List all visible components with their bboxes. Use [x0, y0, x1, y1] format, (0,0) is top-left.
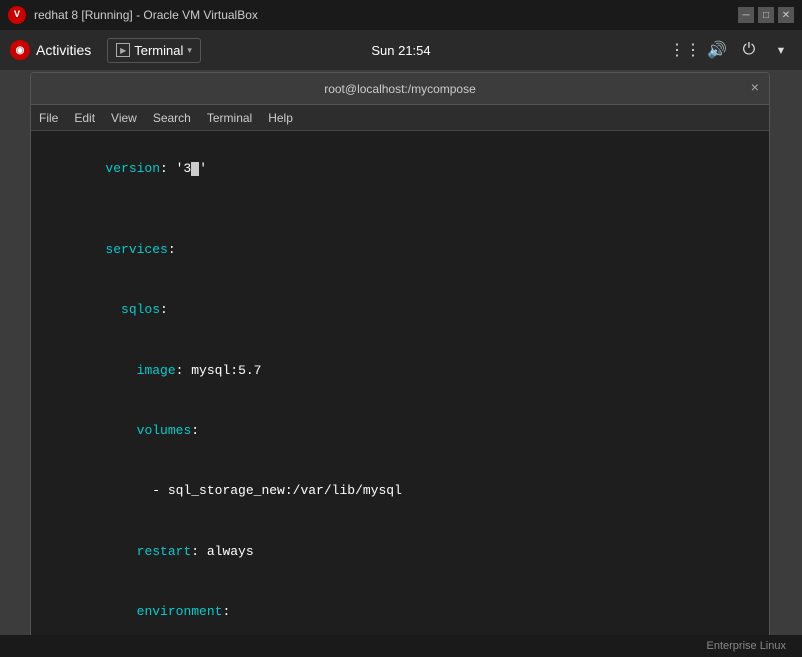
network-icon[interactable]: ⋮⋮: [674, 39, 696, 61]
terminal-close-button[interactable]: ×: [751, 81, 759, 97]
minimize-button[interactable]: ─: [738, 7, 754, 23]
line-volumes: volumes:: [43, 401, 757, 461]
terminal-icon: ▶: [116, 43, 130, 57]
os-window-frame: V redhat 8 [Running] - Oracle VM Virtual…: [0, 0, 802, 652]
terminal-title: root@localhost:/mycompose: [324, 82, 476, 96]
terminal-dropdown-arrow: ▾: [187, 45, 192, 56]
menu-terminal[interactable]: Terminal: [207, 111, 252, 125]
window-controls: ─ □ ✕: [738, 7, 794, 23]
menu-edit[interactable]: Edit: [74, 111, 95, 125]
line-blank1: [43, 199, 757, 219]
terminal-menubar: File Edit View Search Terminal Help: [31, 105, 769, 131]
terminal-label: Terminal: [134, 43, 183, 58]
settings-dropdown-icon[interactable]: ▾: [770, 39, 792, 61]
line-sqlos: sqlos:: [43, 280, 757, 340]
power-icon[interactable]: ⏻: [738, 39, 760, 61]
line-volume-path: - sql_storage_new:/var/lib/mysql: [43, 461, 757, 521]
line-image-mysql: image: mysql:5.7: [43, 340, 757, 400]
os-titlebar: V redhat 8 [Running] - Oracle VM Virtual…: [0, 0, 802, 30]
line-version: version: '3': [43, 139, 757, 199]
line-services: services:: [43, 220, 757, 280]
menu-view[interactable]: View: [111, 111, 137, 125]
menu-file[interactable]: File: [39, 111, 58, 125]
os-window-title: redhat 8 [Running] - Oracle VM VirtualBo…: [34, 8, 730, 22]
terminal-content[interactable]: version: '3' services: sqlos: image: mys…: [31, 131, 769, 651]
menu-search[interactable]: Search: [153, 111, 191, 125]
line-restart-mysql: restart: always: [43, 522, 757, 582]
close-button[interactable]: ✕: [778, 7, 794, 23]
taskbar: ◉ Activities ▶ Terminal ▾ Sun 21:54 ⋮⋮ 🔊…: [0, 30, 802, 70]
taskbar-right: ⋮⋮ 🔊 ⏻ ▾: [674, 39, 792, 61]
maximize-button[interactable]: □: [758, 7, 774, 23]
clock: Sun 21:54: [371, 43, 430, 58]
redhat-icon: ◉: [10, 40, 30, 60]
enterprise-bar: Enterprise Linux: [0, 635, 802, 657]
menu-help[interactable]: Help: [268, 111, 293, 125]
activities-label: Activities: [36, 42, 91, 58]
terminal-titlebar: root@localhost:/mycompose ×: [31, 73, 769, 105]
terminal-window: root@localhost:/mycompose × File Edit Vi…: [30, 72, 770, 652]
enterprise-text: Enterprise Linux: [707, 640, 787, 652]
activities-button[interactable]: ◉ Activities: [10, 40, 91, 60]
virtualbox-icon: V: [8, 6, 26, 24]
volume-icon[interactable]: 🔊: [706, 39, 728, 61]
terminal-taskbar-button[interactable]: ▶ Terminal ▾: [107, 38, 201, 63]
